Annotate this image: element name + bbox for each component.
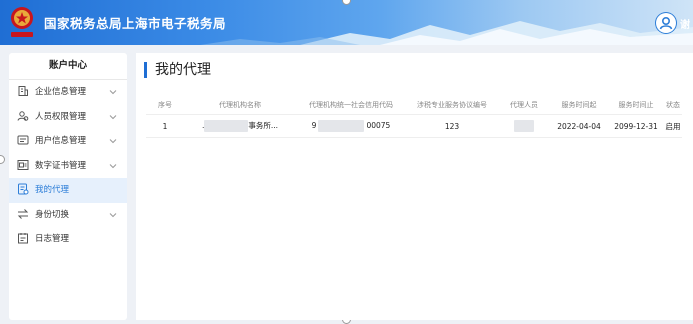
column-header[interactable]: 涉税专业服务协议编号 (406, 96, 498, 115)
table-row[interactable]: 1 . 事务所... 9 00075 123 2022-04-04 2099-12-… (146, 114, 682, 138)
user-card-icon (17, 135, 29, 145)
chevron-down-icon (109, 139, 117, 144)
agreement-number: 123 (406, 114, 498, 138)
sidebar-item-label: 数字证书管理 (35, 160, 87, 171)
credit-code-prefix: 9 (311, 121, 317, 130)
agency-name-cell: . 事务所... (184, 114, 296, 138)
sidebar-menu: 企业信息管理 人员权限管理 用户信息管理 数字证书管理 我的代理 身份切换 日志… (9, 80, 127, 252)
service-start: 2022-04-04 (550, 114, 608, 138)
column-header[interactable]: 序号 (146, 96, 184, 115)
sidebar-item-label: 我的代理 (35, 185, 70, 195)
certificate-icon (17, 159, 29, 170)
user-name-fragment[interactable]: 谢 (680, 16, 690, 31)
user-avatar-button[interactable] (656, 13, 676, 33)
status-cell: 启用 (664, 114, 682, 138)
agent-person-cell (498, 114, 550, 138)
table-header-row: 序号 代理机构名称 代理机构统一社会信用代码 涉税专业服务协议编号 代理人员 服… (146, 96, 682, 115)
building-icon (18, 86, 28, 97)
agent-table: 序号 代理机构名称 代理机构统一社会信用代码 涉税专业服务协议编号 代理人员 服… (146, 96, 682, 138)
sidebar-item-label: 企业信息管理 (35, 87, 87, 97)
chevron-down-icon (109, 212, 117, 217)
sidebar-item-label: 人员权限管理 (35, 111, 87, 122)
redaction-mask (318, 120, 365, 132)
column-header[interactable]: 服务时间止 (608, 96, 664, 115)
user-icon (659, 17, 673, 30)
redaction-mask (514, 120, 534, 132)
resize-handle-left[interactable] (0, 155, 5, 164)
sidebar-item-label: 身份切换 (35, 209, 70, 220)
row-index: 1 (146, 114, 184, 138)
sidebar-item-my-agent[interactable]: 我的代理 (9, 178, 127, 203)
agency-name-suffix: 事务所... (248, 121, 279, 130)
users-icon (17, 111, 29, 121)
sidebar-item-user-permissions[interactable]: 人员权限管理 (9, 105, 127, 130)
column-header[interactable]: 代理机构名称 (184, 96, 296, 115)
chevron-down-icon (109, 163, 117, 168)
column-header[interactable]: 代理人员 (498, 96, 550, 115)
tax-bureau-emblem-icon (11, 7, 33, 37)
redaction-mask (204, 120, 249, 132)
sidebar-title: 账户中心 (9, 53, 127, 80)
chevron-down-icon (109, 90, 117, 95)
log-icon (18, 233, 28, 244)
switch-icon (17, 208, 29, 219)
credit-code-cell: 9 00075 (296, 114, 406, 138)
sidebar-item-log-management[interactable]: 日志管理 (9, 227, 127, 252)
sidebar-item-digital-certificate[interactable]: 数字证书管理 (9, 154, 127, 179)
main-panel: 我的代理 序号 代理机构名称 代理机构统一社会信用代码 涉税专业服务协议编号 代… (136, 53, 693, 320)
column-header[interactable]: 代理机构统一社会信用代码 (296, 96, 406, 115)
account-sidebar: 账户中心 企业信息管理 人员权限管理 用户信息管理 数字证书管理 我的代理 身份… (9, 53, 127, 320)
column-header[interactable]: 服务时间起 (550, 96, 608, 115)
page-title: 我的代理 (144, 62, 211, 78)
site-title: 国家税务总局上海市电子税务局 (44, 16, 227, 31)
sidebar-item-label: 用户信息管理 (35, 136, 87, 146)
sidebar-item-label: 日志管理 (35, 234, 70, 244)
sidebar-item-identity-switch[interactable]: 身份切换 (9, 203, 127, 228)
agent-doc-icon (18, 183, 29, 195)
chevron-down-icon (109, 114, 117, 119)
top-banner: 国家税务总局上海市电子税务局 谢 (0, 0, 693, 45)
service-end: 2099-12-31 (608, 114, 664, 138)
sidebar-item-user-info[interactable]: 用户信息管理 (9, 129, 127, 154)
column-header[interactable]: 状态 (664, 96, 682, 115)
credit-code-suffix: 00075 (366, 121, 391, 130)
sidebar-item-enterprise-info[interactable]: 企业信息管理 (9, 80, 127, 105)
